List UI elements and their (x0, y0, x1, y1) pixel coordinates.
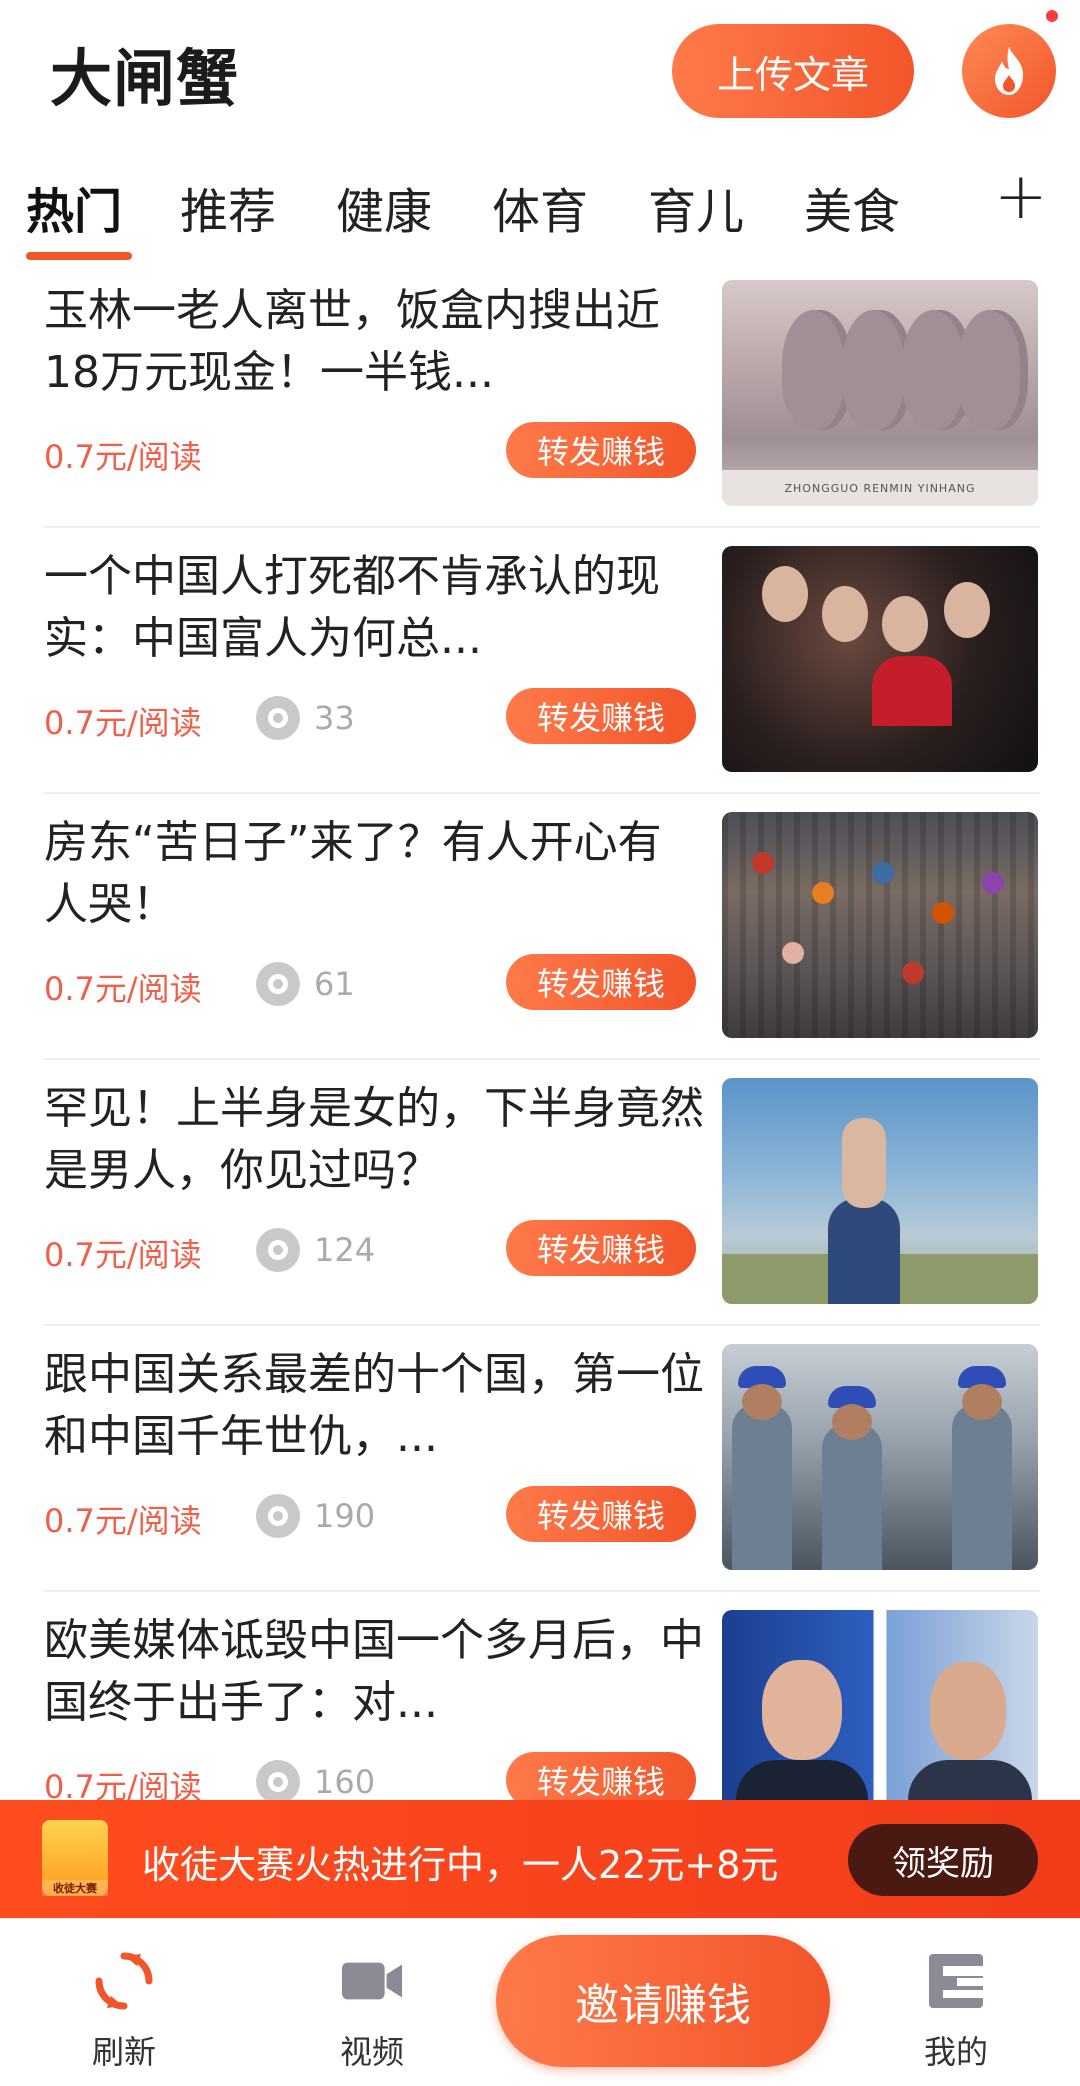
article-thumbnail[interactable] (722, 546, 1038, 772)
person-upper (842, 1118, 886, 1208)
banknote-caption: ZHONGGUO RENMIN YINHANG (722, 470, 1038, 506)
crowd-figure (752, 852, 774, 874)
app-header: 大闸蟹 上传文章 (0, 0, 1080, 140)
article-item[interactable]: 房东“苦日子”来了？有人开心有人哭！ 0.7元/阅读 61 转发赚钱 (0, 794, 1080, 1060)
article-title[interactable]: 玉林一老人离世，饭盒内搜出近18万元现金！一半钱... (44, 280, 704, 404)
tab-parenting[interactable]: 育儿 (648, 172, 744, 242)
article-views: 33 (256, 696, 355, 740)
tab-hot[interactable]: 热门 (26, 172, 122, 242)
share-earn-button[interactable]: 转发赚钱 (506, 1486, 696, 1542)
active-tab-indicator (26, 252, 132, 260)
article-views: 124 (256, 1228, 375, 1272)
article-title[interactable]: 跟中国关系最差的十个国，第一位和中国千年世仇，... (44, 1344, 704, 1468)
trophy-icon: 收徒大赛 (42, 1820, 108, 1896)
nav-mine[interactable]: 我的 (896, 1949, 1016, 2073)
article-price: 0.7元/阅读 (44, 1236, 202, 1274)
crowd-figure (872, 862, 894, 884)
eye-icon (256, 1760, 300, 1804)
eye-icon (256, 962, 300, 1006)
view-count: 61 (314, 965, 355, 1003)
red-dress (872, 656, 952, 726)
article-title[interactable]: 欧美媒体诋毁中国一个多月后，中国终于出手了：对... (44, 1610, 704, 1734)
article-item[interactable]: 罕见！上半身是女的，下半身竟然是男人，你见过吗？ 0.7元/阅读 124 转发赚… (0, 1060, 1080, 1326)
eye-icon (256, 696, 300, 740)
nav-video[interactable]: 视频 (312, 1949, 432, 2073)
police-face (962, 1384, 1002, 1420)
video-camera-icon (340, 1949, 404, 2013)
person-figure (944, 582, 990, 638)
promo-banner[interactable]: 收徒大赛 收徒大赛火热进行中，一人22元+8元 领奖励 (0, 1800, 1080, 1918)
article-views: 61 (256, 962, 355, 1006)
crowd-figure (902, 962, 924, 984)
article-views: 160 (256, 1760, 375, 1804)
view-count: 190 (314, 1497, 376, 1535)
eye-icon (256, 1494, 300, 1538)
police-face (742, 1384, 782, 1420)
share-earn-button[interactable]: 转发赚钱 (506, 422, 696, 478)
view-count: 160 (314, 1763, 376, 1801)
article-price: 0.7元/阅读 (44, 1502, 202, 1540)
category-tabs: 热门 推荐 健康 体育 育儿 美食 + (0, 160, 1080, 260)
promo-icon-label: 收徒大赛 (42, 1880, 108, 1896)
view-count: 124 (314, 1231, 376, 1269)
police-face (832, 1404, 872, 1440)
article-thumbnail[interactable] (722, 1344, 1038, 1570)
flame-icon (995, 47, 1023, 95)
notification-dot (1044, 8, 1060, 24)
nav-refresh-label: 刷新 (91, 2033, 156, 2071)
refresh-icon (92, 1949, 156, 2013)
article-thumbnail[interactable] (722, 812, 1038, 1038)
article-item[interactable]: 玉林一老人离世，饭盒内搜出近18万元现金！一半钱... 0.7元/阅读 转发赚钱… (0, 262, 1080, 528)
person-figure (822, 586, 868, 642)
article-views: 190 (256, 1494, 375, 1538)
article-title[interactable]: 一个中国人打死都不肯承认的现实：中国富人为何总... (44, 546, 704, 670)
share-earn-button[interactable]: 转发赚钱 (506, 688, 696, 744)
tab-sports[interactable]: 体育 (492, 172, 588, 242)
tab-health[interactable]: 健康 (336, 172, 432, 242)
profile-icon (924, 1949, 988, 2013)
bottom-nav: 刷新 视频 邀请赚钱 我的 (0, 1918, 1080, 2086)
person-figure (762, 566, 808, 622)
police-figure (822, 1424, 882, 1570)
hot-flame-button[interactable] (962, 24, 1056, 118)
anchor-face (930, 1662, 1006, 1760)
article-price: 0.7元/阅读 (44, 970, 202, 1008)
crowd-figure (812, 882, 834, 904)
banknote-portrait (958, 310, 1028, 430)
eye-icon (256, 1228, 300, 1272)
article-price: 0.7元/阅读 (44, 438, 202, 476)
crowd-figure (982, 872, 1004, 894)
share-earn-button[interactable]: 转发赚钱 (506, 954, 696, 1010)
police-figure (732, 1404, 792, 1570)
police-figure (952, 1404, 1012, 1570)
tab-food[interactable]: 美食 (804, 172, 900, 242)
app-title: 大闸蟹 (50, 42, 240, 115)
crowd-figure (932, 902, 954, 924)
view-count: 33 (314, 699, 355, 737)
claim-reward-button[interactable]: 领奖励 (848, 1824, 1038, 1896)
article-title[interactable]: 罕见！上半身是女的，下半身竟然是男人，你见过吗？ (44, 1078, 704, 1202)
article-title[interactable]: 房东“苦日子”来了？有人开心有人哭！ (44, 812, 704, 936)
invite-earn-button[interactable]: 邀请赚钱 (496, 1935, 830, 2067)
share-earn-button[interactable]: 转发赚钱 (506, 1220, 696, 1276)
article-item[interactable]: 一个中国人打死都不肯承认的现实：中国富人为何总... 0.7元/阅读 33 转发… (0, 528, 1080, 794)
upload-article-button[interactable]: 上传文章 (672, 24, 914, 118)
article-thumbnail[interactable]: ZHONGGUO RENMIN YINHANG (722, 280, 1038, 506)
crowd-figure (782, 942, 804, 964)
article-thumbnail[interactable] (722, 1078, 1038, 1304)
article-item[interactable]: 跟中国关系最差的十个国，第一位和中国千年世仇，... 0.7元/阅读 190 转… (0, 1326, 1080, 1592)
person-lower (828, 1198, 900, 1304)
nav-refresh[interactable]: 刷新 (64, 1949, 184, 2073)
tab-recommend[interactable]: 推荐 (180, 172, 276, 242)
add-tab-button[interactable]: + (994, 160, 1048, 234)
nav-mine-label: 我的 (923, 2033, 988, 2071)
person-figure (882, 596, 928, 652)
promo-text: 收徒大赛火热进行中，一人22元+8元 (142, 1843, 779, 1887)
nav-video-label: 视频 (339, 2033, 404, 2071)
anchor-face (762, 1660, 842, 1760)
article-price: 0.7元/阅读 (44, 704, 202, 742)
